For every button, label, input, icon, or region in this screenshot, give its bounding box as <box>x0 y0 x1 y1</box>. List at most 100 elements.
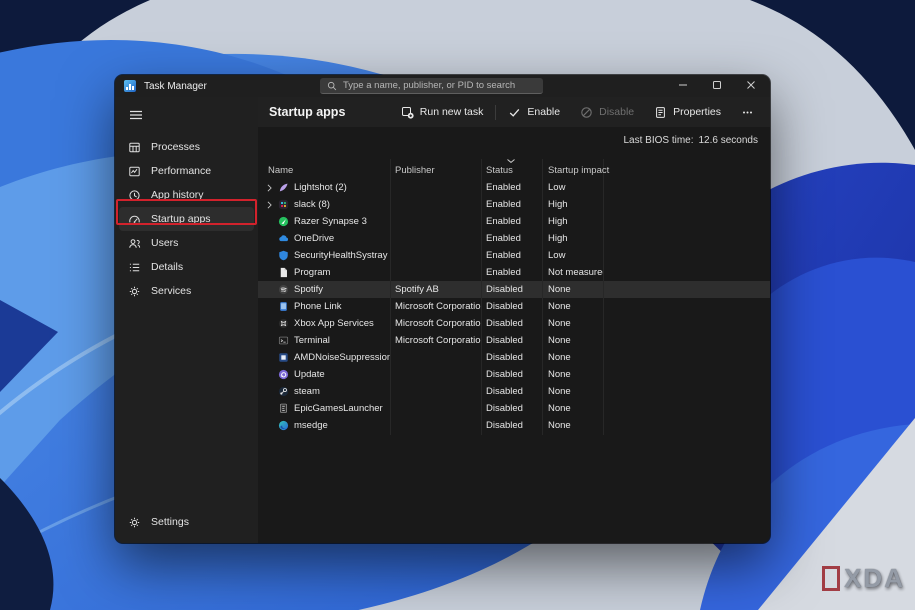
cell-status: Enabled <box>481 250 542 261</box>
cell-publisher: Microsoft Corporation <box>390 301 481 312</box>
lightshot-icon <box>278 182 289 193</box>
column-divider <box>603 159 604 435</box>
table-row-steam[interactable]: steamDisabledNone <box>258 383 770 400</box>
more-options-button[interactable] <box>731 97 764 127</box>
spotify-icon <box>278 284 289 295</box>
cell-name: Phone Link <box>258 301 390 312</box>
cell-name: OneDrive <box>258 233 390 244</box>
table-row-onedrive[interactable]: OneDriveEnabledHigh <box>258 230 770 247</box>
search-box[interactable]: Type a name, publisher, or PID to search <box>320 78 543 94</box>
xda-watermark: XDA <box>822 563 905 594</box>
close-button[interactable] <box>734 75 768 97</box>
table-row-epicgameslauncher[interactable]: EpicGamesLauncherDisabledNone <box>258 400 770 417</box>
toolbar-actions: Run new taskEnableDisableProperties <box>391 97 770 127</box>
task-manager-app-icon <box>124 80 136 92</box>
page-title: Startup apps <box>258 105 345 119</box>
security-shield-icon <box>278 250 289 261</box>
update-icon <box>278 369 289 380</box>
expand-chevron-icon[interactable] <box>266 184 273 192</box>
cell-name: Razer Synapse 3 <box>258 216 390 227</box>
cell-name: EpicGamesLauncher <box>258 403 390 414</box>
properties-button[interactable]: Properties <box>644 97 731 127</box>
cell-impact: None <box>542 284 603 295</box>
column-header-status[interactable]: Status <box>481 165 542 176</box>
cell-impact: None <box>542 403 603 414</box>
table-row-razer-synapse-3[interactable]: Razer Synapse 3EnabledHigh <box>258 213 770 230</box>
table-row-msedge[interactable]: msedgeDisabledNone <box>258 417 770 434</box>
razer-synapse-icon <box>278 216 289 227</box>
sidebar-item-processes[interactable]: Processes <box>119 135 254 159</box>
table-row-terminal[interactable]: TerminalMicrosoft CorporationDisabledNon… <box>258 332 770 349</box>
maximize-button[interactable] <box>700 75 734 97</box>
desktop: XDA Task Manager Type a name, publisher,… <box>0 0 915 610</box>
app-name: Update <box>294 369 325 380</box>
run-new-task-button[interactable]: Run new task <box>391 97 494 127</box>
column-header-publisher[interactable]: Publisher <box>390 165 481 176</box>
expand-chevron-icon[interactable] <box>266 201 273 209</box>
maximize-icon <box>712 77 722 95</box>
table-body: Lightshot (2)EnabledLowslack (8)EnabledH… <box>258 179 770 434</box>
sidebar-item-performance[interactable]: Performance <box>119 159 254 183</box>
cell-impact: High <box>542 199 603 210</box>
check-icon <box>508 106 521 119</box>
content-pane: Startup apps Run new taskEnableDisablePr… <box>258 97 770 543</box>
terminal-icon <box>278 335 289 346</box>
table-row-spotify[interactable]: Spotify Spotify ABDisabledNone <box>258 281 770 298</box>
steam-icon <box>278 386 289 397</box>
table-row-securityhealthsystray[interactable]: SecurityHealthSystrayEnabledLow <box>258 247 770 264</box>
amd-icon <box>278 352 289 363</box>
app-name: EpicGamesLauncher <box>294 403 383 414</box>
cell-name: AMDNoiseSuppression <box>258 352 390 363</box>
last-bios-time-label: Last BIOS time: <box>623 135 693 146</box>
cell-impact: None <box>542 335 603 346</box>
cell-status: Disabled <box>481 352 542 363</box>
sidebar-item-label: Processes <box>151 141 200 153</box>
table-row-amdnoisesuppression[interactable]: AMDNoiseSuppressionDisabledNone <box>258 349 770 366</box>
sidebar-item-settings[interactable]: Settings <box>119 510 254 534</box>
sidebar-item-label: Services <box>151 285 191 297</box>
table-row-slack-8[interactable]: slack (8)EnabledHigh <box>258 196 770 213</box>
table-header: NamePublisherStatusStartup impact <box>258 159 770 179</box>
annotation-highlight-box <box>116 199 257 225</box>
menu-toggle-button[interactable] <box>122 105 150 125</box>
cell-status: Disabled <box>481 386 542 397</box>
sidebar-item-details[interactable]: Details <box>119 255 254 279</box>
cell-name: msedge <box>258 420 390 431</box>
table-row-phone-link[interactable]: Phone LinkMicrosoft CorporationDisabledN… <box>258 298 770 315</box>
table-row-program[interactable]: ProgramEnabledNot measured <box>258 264 770 281</box>
cell-impact: High <box>542 216 603 227</box>
app-name: Spotify <box>294 284 323 295</box>
processes-icon <box>128 141 141 154</box>
xda-watermark-text: XDA <box>844 563 905 594</box>
cell-impact: High <box>542 233 603 244</box>
enable-button[interactable]: Enable <box>498 97 570 127</box>
column-header-startup-impact[interactable]: Startup impact <box>542 165 603 176</box>
app-name: Program <box>294 267 330 278</box>
app-name: slack (8) <box>294 199 330 210</box>
cell-publisher: Spotify AB <box>390 284 481 295</box>
table-row-xbox-app-services[interactable]: Xbox App ServicesMicrosoft CorporationDi… <box>258 315 770 332</box>
table-row-update[interactable]: UpdateDisabledNone <box>258 366 770 383</box>
column-header-name[interactable]: Name <box>258 165 390 176</box>
sidebar-item-services[interactable]: Services <box>119 279 254 303</box>
sidebar-item-label: Details <box>151 261 183 273</box>
sidebar-item-users[interactable]: Users <box>119 231 254 255</box>
app-name: SecurityHealthSystray <box>294 250 387 261</box>
cell-impact: Not measured <box>542 267 603 278</box>
window-title: Task Manager <box>144 81 207 92</box>
toolbar-button-label: Properties <box>673 106 721 118</box>
cell-impact: None <box>542 301 603 312</box>
cell-status: Disabled <box>481 284 542 295</box>
table-row-lightshot-2[interactable]: Lightshot (2)EnabledLow <box>258 179 770 196</box>
minimize-icon <box>678 77 688 95</box>
minimize-button[interactable] <box>666 75 700 97</box>
toolbar: Startup apps Run new taskEnableDisablePr… <box>258 97 770 127</box>
search-icon <box>327 81 337 91</box>
app-name: Razer Synapse 3 <box>294 216 367 227</box>
sidebar: ProcessesPerformanceApp historyStartup a… <box>115 97 258 543</box>
users-icon <box>128 237 141 250</box>
disable-icon <box>580 106 593 119</box>
last-bios-time: Last BIOS time: 12.6 seconds <box>623 135 758 146</box>
sort-chevron-icon <box>507 155 515 166</box>
sidebar-item-label: Settings <box>151 516 189 528</box>
